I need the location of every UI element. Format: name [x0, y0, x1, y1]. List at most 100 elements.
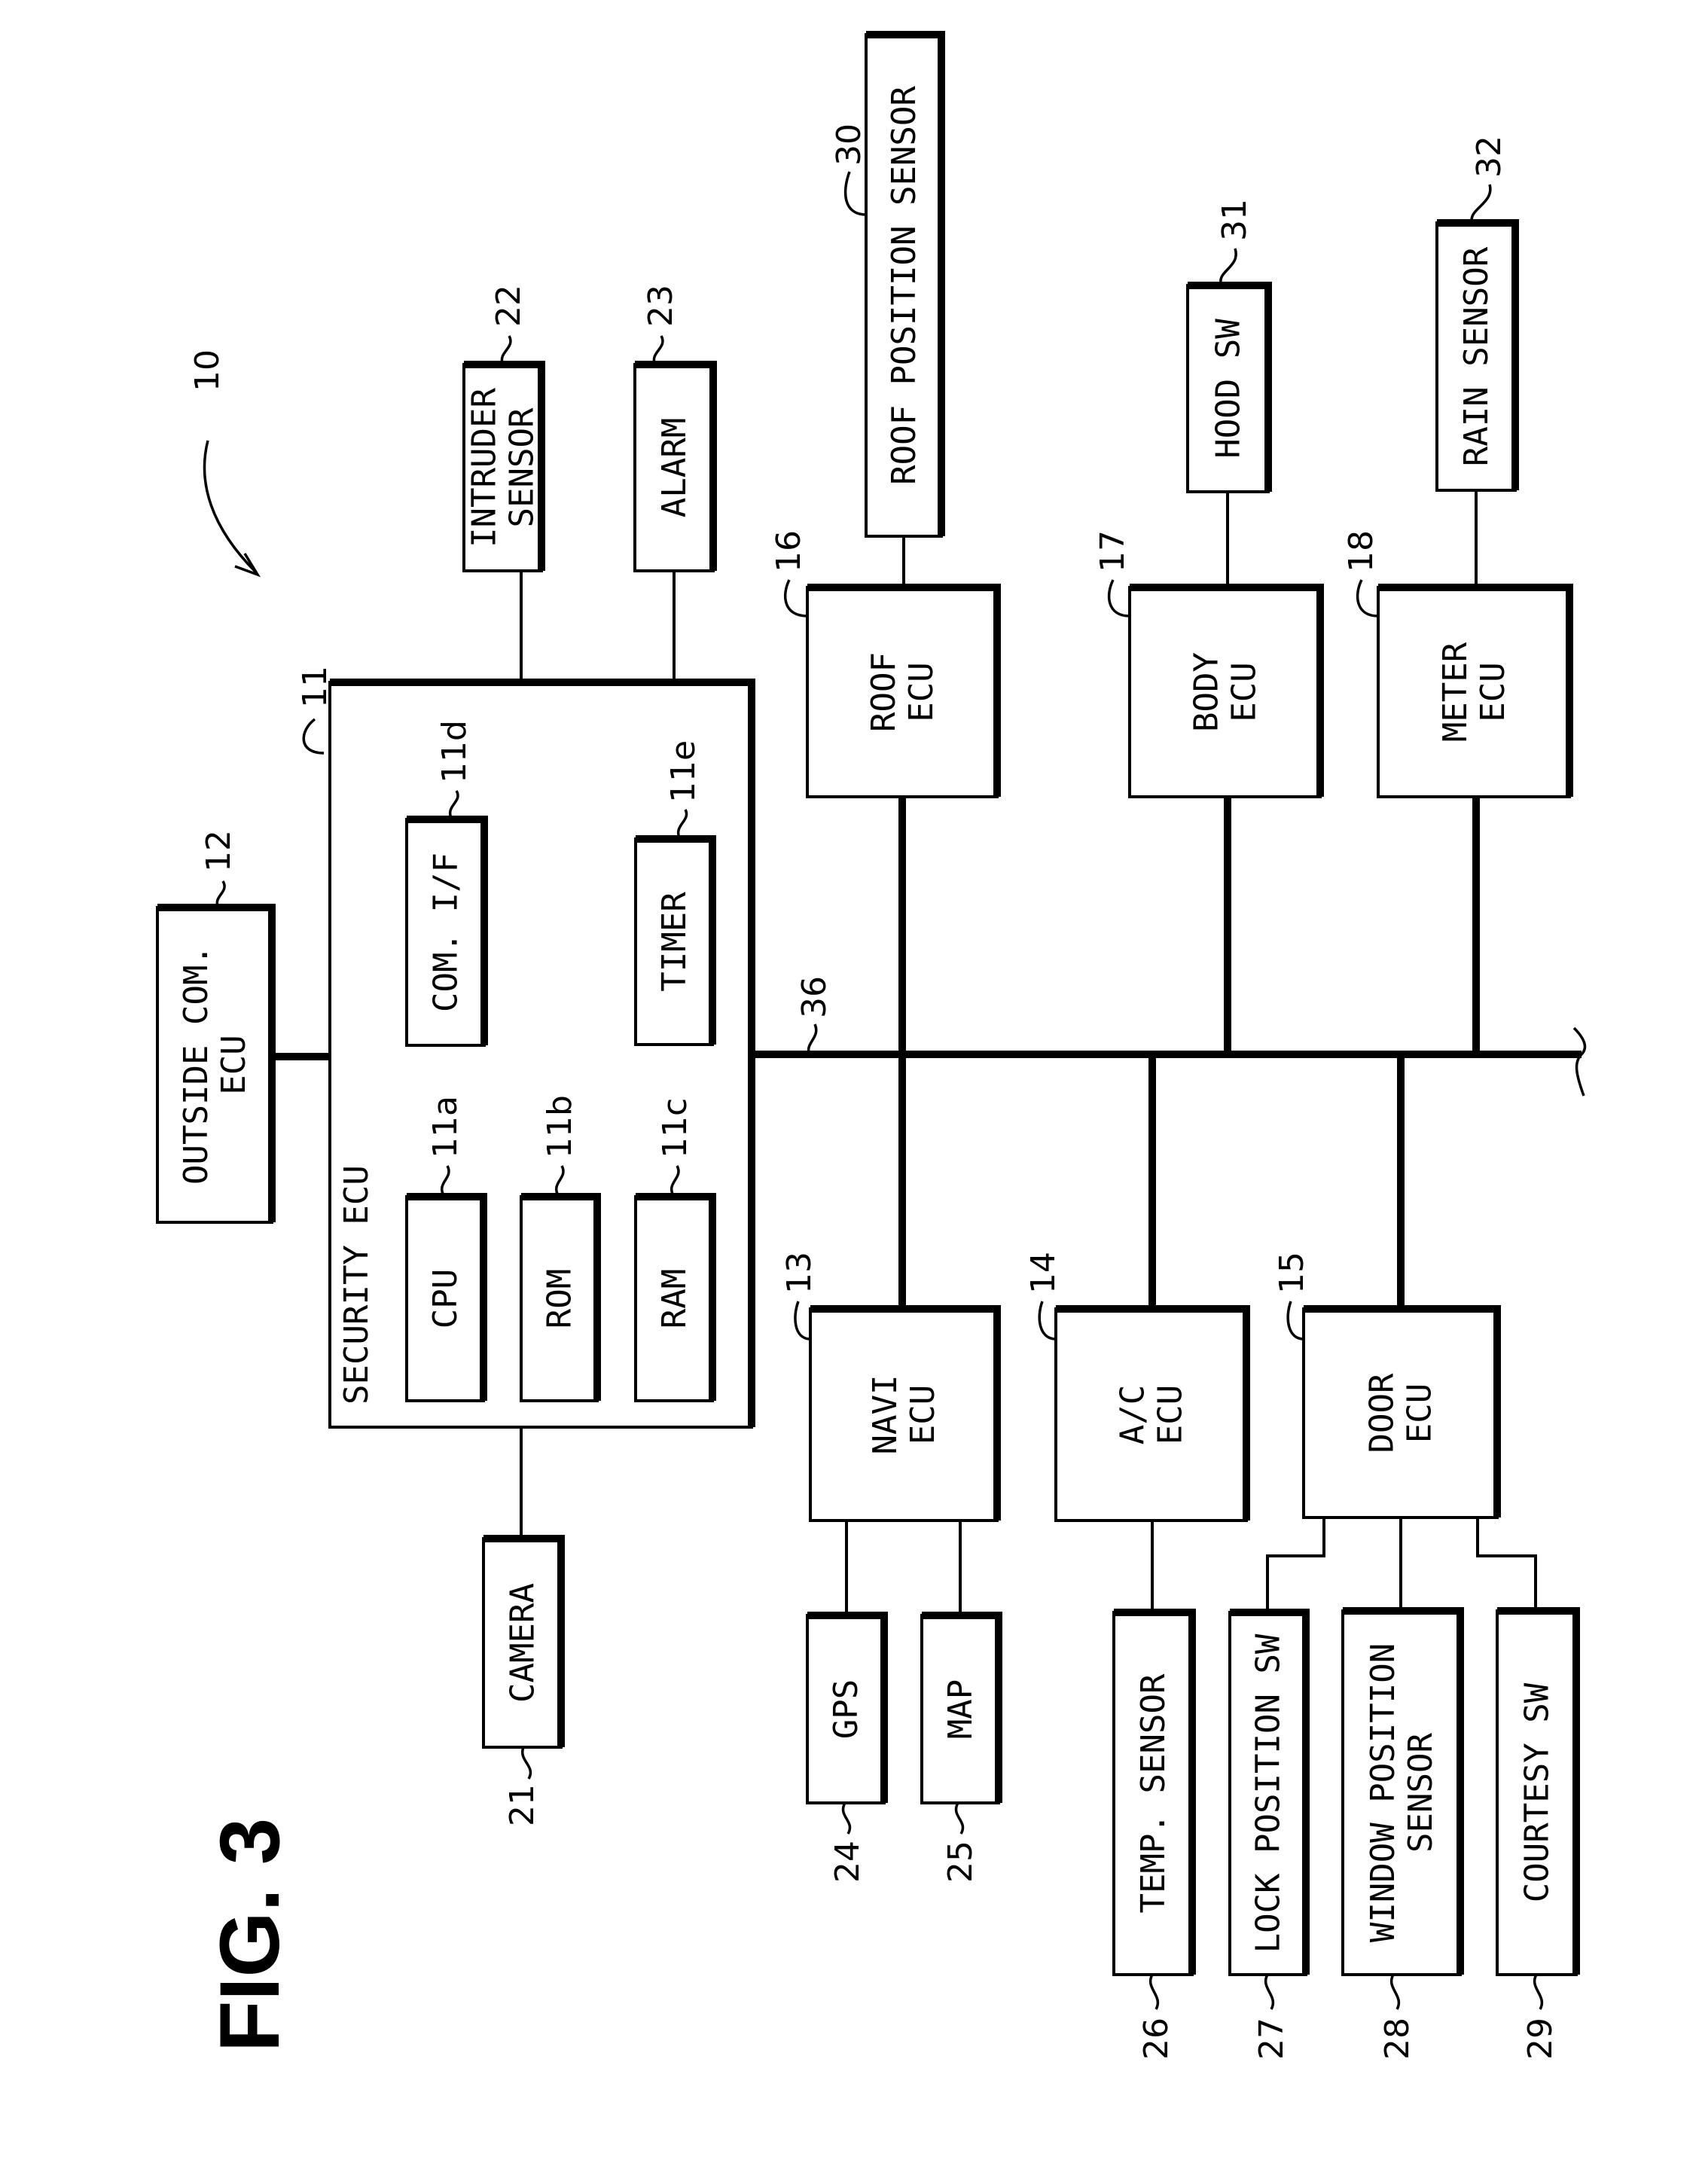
door-ecu-label: ECU — [1401, 1383, 1439, 1443]
rain-sensor-block: RAIN SENSOR — [1435, 219, 1519, 492]
roof-position-sensor-block: ROOF POSITION SENSOR — [865, 31, 945, 538]
intruder-sensor-label: SENSOR — [503, 407, 541, 527]
system-arrow — [203, 440, 258, 574]
map-label: MAP — [941, 1679, 980, 1739]
ac-ecu-label: A/C — [1114, 1385, 1152, 1444]
ref-26: 26 — [1137, 2018, 1176, 2060]
figure-title: FIG. 3 — [203, 1818, 297, 2052]
leader-23 — [652, 335, 664, 365]
ref-15: 15 — [1273, 1252, 1311, 1294]
ref-10: 10 — [188, 349, 227, 392]
meter-ecu-block: METER ECU — [1377, 584, 1573, 798]
ref-12: 12 — [200, 830, 238, 872]
block-diagram: SECURITY ECU COM. I/F TIMER CPU ROM RAM OUTSID… — [156, 31, 1587, 2060]
ref-31: 31 — [1216, 199, 1254, 241]
body-ecu-block: BODY ECU — [1128, 584, 1324, 798]
leader-27 — [1264, 1974, 1274, 2010]
leader-25 — [954, 1802, 965, 1835]
leader-18 — [1356, 579, 1379, 618]
ref-29: 29 — [1521, 2018, 1560, 2060]
courtesy-sw-link — [1476, 1518, 1537, 1611]
rom-label: ROM — [541, 1269, 579, 1328]
door-ecu-label: DOOR — [1363, 1373, 1402, 1453]
door-ecu-block: DOOR ECU — [1302, 1305, 1501, 1519]
lock-position-sw-block: LOCK POSITION SW — [1228, 1609, 1310, 1976]
leader-13 — [794, 1301, 811, 1341]
ref-22: 22 — [490, 285, 528, 327]
window-position-sensor-block: WINDOW POSITION SENSOR — [1341, 1607, 1464, 1976]
leader-11 — [302, 718, 325, 755]
ref-11e: 11e — [664, 740, 703, 803]
lock-sw-link — [1266, 1518, 1325, 1612]
map-block: MAP — [920, 1612, 1002, 1804]
ref-30: 30 — [830, 124, 868, 166]
roof-ecu-block: ROOF ECU — [806, 584, 1001, 798]
cpu-label: CPU — [426, 1269, 465, 1328]
security-ecu-label: SECURITY ECU — [337, 1165, 376, 1405]
leader-22 — [500, 335, 512, 365]
temp-sensor-label: TEMP. SENSOR — [1134, 1673, 1173, 1913]
rom-block: ROM — [520, 1193, 601, 1402]
ref-27: 27 — [1252, 2018, 1291, 2060]
camera-block: CAMERA — [482, 1535, 565, 1749]
com-if-label: COM. I/F — [427, 853, 465, 1012]
roof-ecu-label: ECU — [902, 662, 941, 721]
alarm-label: ALARM — [655, 418, 694, 517]
leader-29 — [1533, 1974, 1543, 2010]
leader-24 — [841, 1802, 852, 1835]
rain-sensor-label: RAIN SENSOR — [1457, 246, 1496, 466]
ref-24: 24 — [828, 1841, 867, 1883]
gps-block: GPS — [806, 1612, 888, 1804]
navi-ecu-block: NAVI ECU — [809, 1305, 1001, 1522]
ref-11c: 11c — [656, 1098, 694, 1158]
courtesy-sw-label: COURTESY SW — [1518, 1682, 1557, 1902]
ref-25: 25 — [941, 1841, 980, 1883]
navi-ecu-label: ECU — [904, 1385, 942, 1444]
ref-36: 36 — [795, 976, 834, 1018]
ref-11d: 11d — [435, 720, 474, 783]
gps-label: GPS — [827, 1679, 865, 1739]
outside-com-ecu-block: OUTSIDE COM. ECU — [156, 904, 276, 1224]
outside-com-ecu-label: OUTSIDE COM. — [177, 945, 215, 1185]
leader-12 — [215, 880, 226, 908]
ac-ecu-label: ECU — [1151, 1385, 1190, 1444]
ref-14: 14 — [1024, 1252, 1063, 1294]
camera-label: CAMERA — [504, 1583, 542, 1703]
hood-sw-block: HOOD SW — [1186, 282, 1272, 493]
com-if-block: COM. I/F — [405, 816, 488, 1047]
ref-16: 16 — [770, 530, 808, 572]
window-position-sensor-label: WINDOW POSITION — [1364, 1643, 1402, 1942]
ref-11: 11 — [296, 666, 334, 708]
leader-30 — [843, 171, 867, 216]
meter-ecu-label: METER — [1436, 642, 1475, 742]
body-ecu-label: BODY — [1188, 652, 1226, 732]
ref-32: 32 — [1470, 136, 1508, 178]
alarm-block: ALARM — [633, 361, 717, 572]
lock-position-sw-label: LOCK POSITION SW — [1249, 1633, 1288, 1953]
leader-32 — [1470, 184, 1492, 224]
leader-31 — [1219, 248, 1237, 286]
window-position-sensor-label: SENSOR — [1402, 1733, 1440, 1853]
outside-com-ecu-label: ECU — [215, 1035, 253, 1094]
ref-18: 18 — [1342, 530, 1380, 572]
intruder-sensor-block: INTRUDER SENSOR — [462, 361, 545, 572]
body-ecu-label: ECU — [1225, 662, 1264, 721]
ref-21: 21 — [503, 1784, 541, 1826]
ram-block: RAM — [634, 1193, 716, 1402]
leader-14 — [1038, 1301, 1057, 1341]
leader-36 — [807, 1023, 818, 1055]
roof-ecu-label: ROOF — [865, 652, 903, 732]
hood-sw-label: HOOD SW — [1209, 319, 1248, 459]
leader-15 — [1286, 1301, 1304, 1341]
leader-26 — [1149, 1974, 1159, 2010]
ref-11b: 11b — [541, 1095, 579, 1158]
ref-23: 23 — [642, 285, 680, 327]
meter-ecu-label: ECU — [1474, 662, 1512, 721]
intruder-sensor-label: INTRUDER — [465, 388, 504, 548]
leader-16 — [783, 579, 808, 618]
temp-sensor-block: TEMP. SENSOR — [1112, 1609, 1196, 1976]
cpu-block: CPU — [405, 1193, 487, 1402]
timer-block: TIMER — [634, 835, 716, 1046]
leader-21 — [520, 1746, 532, 1780]
ref-13: 13 — [780, 1252, 819, 1294]
